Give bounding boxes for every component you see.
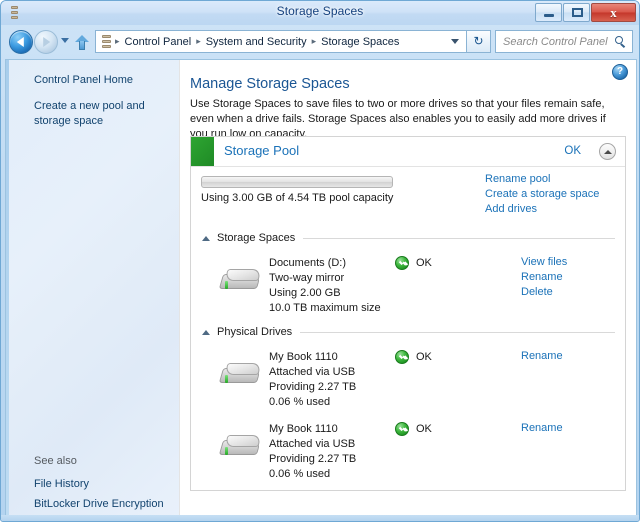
create-storage-space-link[interactable]: Create a storage space	[485, 187, 615, 202]
minimize-icon	[544, 14, 554, 17]
status-badge: OK	[416, 423, 432, 435]
physical-drive-providing: Providing 2.27 TB	[269, 452, 419, 467]
title-bar: Storage Spaces x	[1, 1, 639, 25]
arrow-left-icon	[17, 37, 24, 47]
back-button[interactable]	[9, 30, 33, 54]
maximize-icon	[572, 8, 583, 17]
search-box[interactable]: Search Control Panel	[495, 30, 633, 53]
storage-pool-status-badge: OK	[564, 145, 581, 157]
minimize-button[interactable]	[535, 3, 562, 22]
forward-button[interactable]	[34, 30, 58, 54]
storage-pool-title: Storage Pool	[224, 143, 299, 158]
storage-spaces-group-header[interactable]: Storage Spaces	[202, 230, 615, 246]
chevron-up-icon	[202, 236, 210, 241]
rename-pool-link[interactable]: Rename pool	[485, 172, 615, 187]
hard-drive-icon	[219, 360, 263, 390]
address-bar[interactable]: ▸ Control Panel ▸ System and Security ▸ …	[95, 30, 467, 53]
rename-space-link[interactable]: Rename	[521, 270, 621, 285]
hard-drive-icon	[219, 432, 263, 462]
breadcrumb-separator-icon: ▸	[194, 36, 203, 47]
close-icon: x	[592, 5, 635, 21]
sidebar: Control Panel Home Create a new pool and…	[6, 60, 180, 519]
search-icon	[615, 36, 626, 47]
refresh-button[interactable]: ↻	[467, 30, 491, 53]
main-panel: ? Manage Storage Spaces Use Storage Spac…	[181, 60, 636, 519]
physical-drives-group-title: Physical Drives	[217, 326, 292, 338]
breadcrumb-item-control-panel[interactable]: Control Panel	[122, 34, 195, 50]
maximize-button[interactable]	[563, 3, 590, 22]
physical-drives-group: Physical Drives My Book 1110 Attached vi…	[191, 324, 625, 484]
storage-space-actions: View files Rename Delete	[521, 255, 621, 300]
check-circle-icon	[395, 350, 409, 364]
physical-drive-used: 0.06 % used	[269, 395, 419, 410]
storage-spaces-group: Storage Spaces Documents (D:) Two-way mi…	[191, 230, 625, 318]
breadcrumb-separator-icon: ▸	[113, 36, 122, 47]
check-circle-icon	[395, 256, 409, 270]
table-row: My Book 1110 Attached via USB Providing …	[191, 344, 625, 412]
arrow-right-icon	[43, 37, 50, 47]
physical-drive-used: 0.06 % used	[269, 467, 419, 482]
storage-space-resiliency: Two-way mirror	[269, 271, 419, 286]
help-icon[interactable]: ?	[612, 64, 628, 80]
breadcrumb-item-system-and-security[interactable]: System and Security	[203, 34, 310, 50]
breadcrumb-item-storage-spaces[interactable]: Storage Spaces	[318, 34, 402, 50]
up-button[interactable]	[75, 35, 89, 50]
control-panel-icon	[101, 35, 113, 49]
address-chevron-down-icon[interactable]	[451, 39, 459, 44]
chevron-up-icon	[202, 330, 210, 335]
sidebar-item-control-panel-home[interactable]: Control Panel Home	[34, 73, 170, 88]
divider	[303, 238, 615, 239]
physical-drive-actions: Rename	[521, 421, 621, 436]
view-files-link[interactable]: View files	[521, 255, 621, 270]
storage-spaces-window: Storage Spaces x	[0, 0, 640, 522]
chevron-up-icon	[604, 150, 612, 154]
close-button[interactable]: x	[591, 3, 636, 22]
navigation-bar: ▸ Control Panel ▸ System and Security ▸ …	[1, 25, 639, 59]
sidebar-item-file-history[interactable]: File History	[34, 477, 170, 492]
collapse-pool-button[interactable]	[599, 143, 616, 160]
see-also-label: See also	[34, 455, 77, 467]
rename-drive-link[interactable]: Rename	[521, 421, 621, 436]
status-badge: OK	[416, 257, 432, 269]
content-area: Control Panel Home Create a new pool and…	[5, 59, 637, 519]
physical-drive-attachment: Attached via USB	[269, 365, 419, 380]
physical-drive-actions: Rename	[521, 349, 621, 364]
add-drives-link[interactable]: Add drives	[485, 202, 615, 217]
window-bottom-frame	[1, 515, 639, 521]
divider	[300, 332, 615, 333]
storage-space-used: Using 2.00 GB	[269, 286, 419, 301]
storage-spaces-group-title: Storage Spaces	[217, 232, 295, 244]
rename-drive-link[interactable]: Rename	[521, 349, 621, 364]
hard-drive-icon	[219, 266, 263, 296]
breadcrumb-separator-icon: ▸	[310, 36, 319, 47]
storage-pool-panel: Storage Pool OK Using 3.00 GB of 4.54 TB…	[190, 136, 626, 491]
table-row: My Book 1110 Attached via USB Providing …	[191, 416, 625, 484]
storage-space-max-size: 10.0 TB maximum size	[269, 301, 419, 316]
physical-drive-attachment: Attached via USB	[269, 437, 419, 452]
delete-space-link[interactable]: Delete	[521, 285, 621, 300]
recent-pages-chevron-down-icon[interactable]	[61, 38, 69, 43]
pool-status-swatch	[191, 137, 214, 166]
check-circle-icon	[395, 422, 409, 436]
pool-capacity-progress-bar	[201, 176, 393, 188]
status-badge: OK	[416, 351, 432, 363]
table-row: Documents (D:) Two-way mirror Using 2.00…	[191, 250, 625, 318]
physical-drive-status: OK	[395, 422, 432, 436]
physical-drive-status: OK	[395, 350, 432, 364]
storage-pool-header: Storage Pool OK	[191, 137, 625, 167]
pool-capacity-row: Using 3.00 GB of 4.54 TB pool capacity R…	[191, 167, 625, 224]
sidebar-item-bitlocker-drive-encryption[interactable]: BitLocker Drive Encryption	[34, 497, 170, 512]
sidebar-item-create-new-pool[interactable]: Create a new pool and storage space	[34, 99, 170, 129]
pool-actions: Rename pool Create a storage space Add d…	[485, 172, 615, 217]
physical-drives-group-header[interactable]: Physical Drives	[202, 324, 615, 340]
window-controls: x	[535, 3, 636, 22]
physical-drive-providing: Providing 2.27 TB	[269, 380, 419, 395]
page-title: Manage Storage Spaces	[190, 76, 350, 92]
search-input[interactable]: Search Control Panel	[503, 36, 608, 48]
storage-space-status: OK	[395, 256, 432, 270]
